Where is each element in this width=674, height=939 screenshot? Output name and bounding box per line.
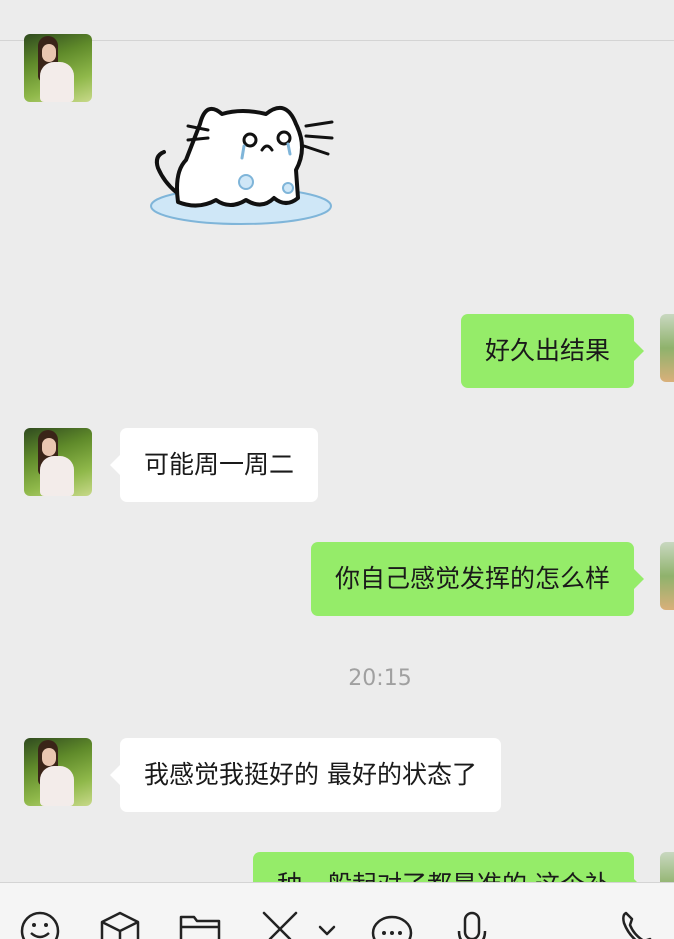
contact-avatar[interactable]: [24, 738, 92, 806]
self-avatar[interactable]: [660, 542, 674, 610]
contact-avatar[interactable]: [24, 428, 92, 496]
chevron-down-icon[interactable]: [312, 909, 342, 939]
crying-cat-sticker[interactable]: [146, 94, 346, 234]
message-timestamp: 20:15: [348, 666, 412, 691]
message-text: 好久出结果: [484, 336, 610, 365]
phone-icon[interactable]: [616, 909, 660, 939]
message-bubble-outgoing[interactable]: 你自己感觉发挥的怎么样: [310, 542, 645, 616]
message-bubble-incoming[interactable]: 我感觉我挺好的 最好的状态了: [110, 738, 501, 812]
message-bubble-outgoing[interactable]: 好久出结果: [460, 314, 645, 388]
input-toolbar: [0, 882, 674, 939]
message-text: 我感觉我挺好的 最好的状态了: [144, 760, 477, 789]
self-avatar[interactable]: [660, 314, 674, 382]
scissors-icon[interactable]: [258, 909, 302, 939]
contact-avatar[interactable]: [24, 34, 92, 102]
message-bubble-incoming[interactable]: 可能周一周二: [109, 428, 319, 502]
folder-icon[interactable]: [178, 909, 222, 939]
message-text: 你自己感觉发挥的怎么样: [334, 564, 610, 593]
emoji-icon[interactable]: [18, 909, 62, 939]
microphone-icon[interactable]: [450, 909, 494, 939]
message-text: 可能周一周二: [144, 450, 295, 479]
chat-bubble-icon[interactable]: [370, 909, 414, 939]
header-divider: [0, 40, 674, 41]
box-icon[interactable]: [98, 909, 142, 939]
